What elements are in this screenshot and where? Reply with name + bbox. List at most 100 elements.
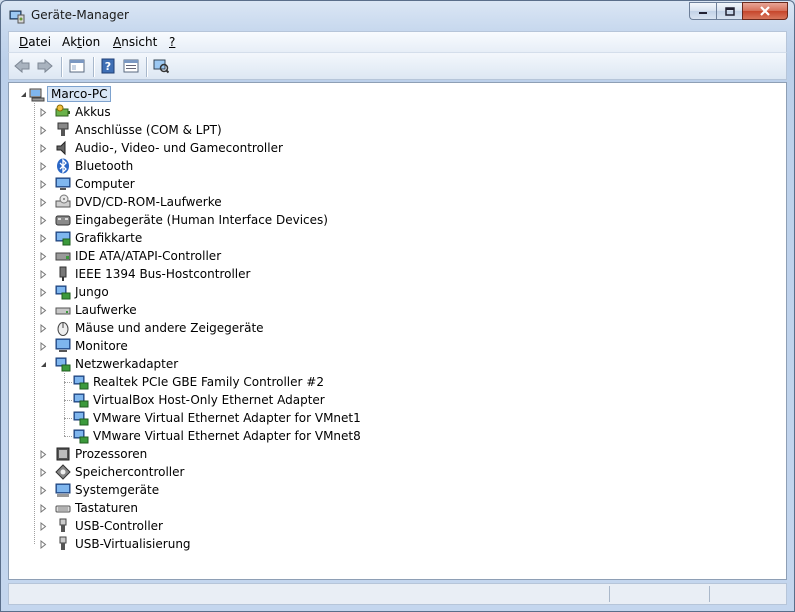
expander-15[interactable] — [39, 450, 48, 459]
menu-ansicht-key: A — [113, 35, 122, 49]
tree-subitem-0-label: Realtek PCIe GBE Family Controller #2 — [93, 375, 324, 389]
expander-6[interactable] — [39, 216, 48, 225]
tree-item-0[interactable]: Akkus — [55, 103, 111, 121]
help-button[interactable]: ? — [98, 57, 118, 75]
scan-hardware-button[interactable] — [151, 57, 171, 75]
tree-item-11-label: Laufwerke — [75, 303, 137, 317]
status-bar — [8, 583, 787, 605]
tree-subitem-2-label: VMware Virtual Ethernet Adapter for VMne… — [93, 411, 361, 425]
tree-item-11[interactable]: Laufwerke — [55, 301, 137, 319]
expander-3[interactable] — [39, 162, 48, 171]
tree-item-3[interactable]: Bluetooth — [55, 157, 133, 175]
expander-7[interactable] — [39, 234, 48, 243]
root-collapse-arrow[interactable] — [19, 90, 28, 99]
expander-11[interactable] — [39, 306, 48, 315]
tree-item-0-label: Akkus — [75, 105, 111, 119]
properties-button[interactable] — [121, 57, 141, 75]
menu-datei[interactable]: Datei — [19, 35, 51, 49]
console-tree-button[interactable] — [67, 57, 87, 75]
window-title: Geräte-Manager — [31, 8, 129, 22]
tree-item-14[interactable]: Netzwerkadapter — [55, 355, 178, 373]
expander-19[interactable] — [39, 522, 48, 531]
tree-item-2-label: Audio-, Video- und Gamecontroller — [75, 141, 283, 155]
expander-10[interactable] — [39, 288, 48, 297]
expander-12[interactable] — [39, 324, 48, 333]
tree-item-9[interactable]: IEEE 1394 Bus-Hostcontroller — [55, 265, 250, 283]
firewire-icon — [59, 266, 67, 281]
tree-item-15[interactable]: Prozessoren — [55, 445, 147, 463]
properties-icon — [123, 59, 139, 73]
menu-bar: Datei Aktion Ansicht ? — [8, 31, 787, 52]
tree-item-12-label: Mäuse und andere Zeigegeräte — [75, 321, 264, 335]
tree-item-6[interactable]: Eingabegeräte (Human Interface Devices) — [55, 211, 328, 229]
tree-item-1[interactable]: Anschlüsse (COM & LPT) — [55, 121, 222, 139]
menu-aktion-pre: Ak — [62, 35, 78, 49]
storage-controller-icon — [55, 464, 71, 480]
minimize-button[interactable] — [689, 2, 716, 20]
menu-aktion[interactable]: Aktion — [62, 35, 100, 49]
expander-18[interactable] — [39, 504, 48, 513]
network-adapter-icon — [73, 429, 89, 444]
tree-item-7-label: Grafikkarte — [75, 231, 143, 245]
title-bar[interactable]: Geräte-Manager — [1, 1, 794, 31]
tree-item-20[interactable]: USB-Virtualisierung — [55, 535, 191, 553]
tree-item-16-label: Speichercontroller — [75, 465, 185, 479]
menu-help[interactable]: ? — [169, 35, 175, 49]
expander-1[interactable] — [39, 126, 48, 135]
expander-5[interactable] — [39, 198, 48, 207]
tree-item-12[interactable]: Mäuse und andere Zeigegeräte — [55, 319, 264, 337]
expander-20[interactable] — [39, 540, 48, 549]
tree-item-4[interactable]: Computer — [55, 175, 135, 193]
tree-item-7[interactable]: Grafikkarte — [55, 229, 142, 247]
expander-13[interactable] — [39, 342, 48, 351]
status-section-2 — [709, 586, 710, 602]
device-manager-window: Geräte-Manager Datei Aktion Ansicht ? ? … — [0, 0, 795, 612]
expander-0[interactable] — [39, 108, 48, 117]
status-section-1 — [609, 586, 610, 602]
expander-8[interactable] — [39, 252, 48, 261]
expander-17[interactable] — [39, 486, 48, 495]
tree-root[interactable]: Marco-PC — [29, 85, 112, 103]
tree-root-label: Marco-PC — [47, 86, 112, 102]
tree-item-2[interactable]: Audio-, Video- und Gamecontroller — [55, 139, 283, 157]
expander-9[interactable] — [39, 270, 48, 279]
tree-subitem-2[interactable]: VMware Virtual Ethernet Adapter for VMne… — [73, 409, 361, 427]
network-adapter-icon — [73, 411, 89, 426]
expander-4[interactable] — [39, 180, 48, 189]
forward-icon — [37, 58, 53, 74]
expander-16[interactable] — [39, 468, 48, 477]
system-device-icon — [55, 483, 71, 497]
tree-item-5[interactable]: DVD/CD-ROM-Laufwerke — [55, 193, 222, 211]
battery-icon — [55, 104, 70, 117]
expander-14[interactable] — [39, 360, 48, 369]
mouse-icon — [57, 322, 69, 336]
menu-datei-key: D — [19, 35, 29, 49]
menu-ansicht[interactable]: Ansicht — [113, 35, 157, 49]
network-adapter-icon — [73, 375, 89, 390]
tree-item-16[interactable]: Speichercontroller — [55, 463, 184, 481]
tree-item-10[interactable]: Jungo — [55, 283, 109, 301]
tree-item-5-label: DVD/CD-ROM-Laufwerke — [75, 195, 222, 209]
expander-2[interactable] — [39, 144, 48, 153]
device-tree[interactable]: Marco-PC Akkus Anschlüsse (COM & LPT) Audio… — [8, 82, 787, 580]
disk-drive-icon — [55, 307, 71, 315]
tree-item-18[interactable]: Tastaturen — [55, 499, 138, 517]
back-button[interactable] — [12, 57, 32, 75]
forward-button[interactable] — [35, 57, 55, 75]
tree-item-18-label: Tastaturen — [75, 501, 138, 515]
tree-item-20-label: USB-Virtualisierung — [75, 537, 191, 551]
close-button[interactable] — [742, 2, 788, 20]
computer-icon — [29, 88, 45, 102]
tree-item-14-label: Netzwerkadapter — [75, 357, 179, 371]
tree-item-13[interactable]: Monitore — [55, 337, 128, 355]
toolbar: ? — [8, 52, 787, 80]
tree-item-19[interactable]: USB-Controller — [55, 517, 163, 535]
tree-item-17[interactable]: Systemgeräte — [55, 481, 159, 499]
tree-item-17-label: Systemgeräte — [75, 483, 160, 497]
tree-subitem-0[interactable]: Realtek PCIe GBE Family Controller #2 — [73, 373, 324, 391]
tree-subitem-1[interactable]: VirtualBox Host-Only Ethernet Adapter — [73, 391, 325, 409]
tree-item-8[interactable]: IDE ATA/ATAPI-Controller — [55, 247, 221, 265]
maximize-button[interactable] — [716, 2, 742, 20]
tree-subitem-3[interactable]: VMware Virtual Ethernet Adapter for VMne… — [73, 427, 361, 445]
menu-ansicht-post: nsicht — [121, 35, 158, 49]
